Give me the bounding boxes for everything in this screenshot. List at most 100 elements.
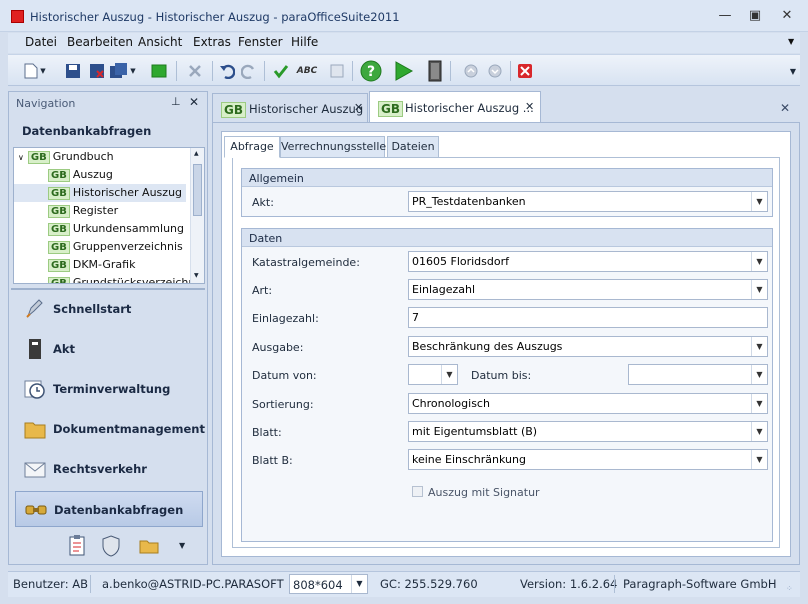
tab-close-icon[interactable]: ✕ (525, 100, 534, 113)
menu-bearbeiten[interactable]: Bearbeiten (67, 35, 133, 49)
einlagezahl-input[interactable]: 7 (408, 307, 768, 328)
tree-item-label: Auszug (72, 168, 113, 181)
up-arrow-icon[interactable] (460, 60, 482, 82)
menu-fenster[interactable]: Fenster (238, 35, 283, 49)
menu-extras[interactable]: Extras (193, 35, 231, 49)
chevron-down-icon[interactable]: ▼ (441, 365, 457, 384)
toolbar-overflow-icon[interactable]: ▼ (782, 60, 804, 82)
nav-button-terminverwaltung[interactable]: Terminverwaltung (15, 371, 203, 407)
help-icon[interactable]: ? (360, 60, 382, 82)
svg-text:?: ? (367, 64, 375, 80)
new-dropdown-icon[interactable]: ▼ (38, 60, 48, 82)
tree-scrollbar[interactable]: ▲ ▼ (190, 148, 204, 283)
tree-item-dkm-grafik[interactable]: GB DKM-Grafik (14, 256, 186, 274)
nav-button-schnellstart[interactable]: Schnellstart (15, 291, 203, 327)
redo-icon[interactable] (238, 60, 260, 82)
run-icon[interactable] (392, 60, 414, 82)
chevron-down-icon[interactable]: ▼ (751, 422, 767, 441)
tree-item-register[interactable]: GB Register (14, 202, 186, 220)
tab-verrechnungsstelle[interactable]: Verrechnungsstelle (280, 136, 386, 158)
sortierung-select[interactable]: Chronologisch ▼ (408, 393, 768, 414)
art-select[interactable]: Einlagezahl ▼ (408, 279, 768, 300)
tree-item-grundbuch[interactable]: ∨ GB Grundbuch (14, 148, 186, 166)
close-panel-icon[interactable]: ✕ (189, 95, 199, 109)
save-dropdown-icon[interactable]: ▼ (128, 60, 138, 82)
nav-button-datenbankabfragen[interactable]: Datenbankabfragen (15, 491, 203, 527)
spellcheck-icon[interactable]: ABC (296, 60, 318, 82)
nav-button-label: Akt (53, 342, 76, 356)
close-icon[interactable]: ✕ (778, 8, 796, 24)
small-folder-icon[interactable] (139, 537, 159, 555)
ausgabe-value: Beschränkung des Auszugs (412, 340, 563, 353)
checkmark-icon[interactable] (270, 60, 292, 82)
toolbar-separator (450, 61, 451, 81)
signatur-checkbox[interactable] (412, 486, 423, 497)
nav-button-dokumentmanagement[interactable]: Dokumentmanagement (15, 411, 205, 447)
katastralgemeinde-select[interactable]: 01605 Floridsdorf ▼ (408, 251, 768, 272)
nav-button-label: Terminverwaltung (53, 382, 171, 396)
undo-icon[interactable] (216, 60, 238, 82)
checklist-icon[interactable] (67, 535, 87, 557)
chevron-down-icon[interactable]: ▼ (751, 365, 767, 384)
ausgabe-select[interactable]: Beschränkung des Auszugs ▼ (408, 336, 768, 357)
nav-button-rechtsverkehr[interactable]: Rechtsverkehr (15, 451, 203, 487)
status-user: Benutzer: AB (13, 577, 88, 591)
green-square-icon[interactable] (148, 60, 170, 82)
menu-ansicht[interactable]: Ansicht (138, 35, 182, 49)
menu-hilfe[interactable]: Hilfe (291, 35, 318, 49)
tree-item-gruppenverzeichnis[interactable]: GB Gruppenverzeichnis (14, 238, 186, 256)
blatt-b-value: keine Einschränkung (412, 453, 526, 466)
resolution-select[interactable]: 808*604 ▼ (289, 574, 368, 594)
save-all-icon[interactable] (108, 60, 130, 82)
document-stack-icon[interactable] (326, 60, 348, 82)
save-close-icon[interactable] (86, 60, 108, 82)
tree-item-auszug[interactable]: GB Auszug (14, 166, 186, 184)
chevron-down-icon[interactable]: ▼ (751, 280, 767, 299)
resize-grip-icon[interactable]: ⁘ (786, 584, 793, 593)
scrollbar-thumb[interactable] (193, 164, 202, 216)
menubar-overflow-icon[interactable]: ▼ (788, 37, 794, 46)
tree-item-grundstuecksverzeichnis[interactable]: GB Grundstücksverzeichnis (14, 274, 204, 283)
scroll-down-icon[interactable]: ▼ (194, 272, 199, 279)
stop-icon[interactable] (514, 60, 536, 82)
datum-von-picker[interactable]: ▼ (408, 364, 458, 385)
expand-chevron-icon[interactable]: ∨ (18, 153, 24, 162)
delete-icon[interactable] (184, 60, 206, 82)
down-arrow-icon[interactable] (484, 60, 506, 82)
blatt-b-select[interactable]: keine Einschränkung ▼ (408, 449, 768, 470)
nav-overflow-icon[interactable]: ▼ (179, 541, 185, 550)
pin-icon[interactable]: ⊥ (171, 95, 181, 108)
tree-item-urkundensammlung[interactable]: GB Urkundensammlung (14, 220, 186, 238)
katastralgemeinde-label: Katastralgemeinde: (252, 256, 360, 269)
door-exit-icon[interactable] (424, 60, 446, 82)
maximize-icon[interactable]: ▣ (746, 8, 764, 24)
chevron-down-icon[interactable]: ▼ (751, 337, 767, 356)
datum-von-label: Datum von: (252, 369, 317, 382)
datum-bis-picker[interactable]: ▼ (628, 364, 768, 385)
akt-select[interactable]: PR_Testdatenbanken ▼ (408, 191, 768, 212)
tab-close-icon[interactable]: ✕ (354, 101, 363, 114)
tab-abfrage[interactable]: Abfrage (224, 136, 280, 158)
nav-button-akt[interactable]: Akt (15, 331, 203, 367)
document-content: Abfrage Verrechnungsstelle Dateien Allge… (212, 122, 800, 565)
tab-historischer-auszug-1[interactable]: GB Historischer Auszug ✕ (212, 93, 368, 123)
chevron-down-icon[interactable]: ▼ (751, 252, 767, 271)
close-document-icon[interactable]: ✕ (780, 101, 790, 115)
scroll-up-icon[interactable]: ▲ (194, 150, 199, 157)
chevron-down-icon[interactable]: ▼ (751, 192, 767, 211)
chevron-down-icon[interactable]: ▼ (351, 575, 367, 593)
save-icon[interactable] (62, 60, 84, 82)
tab-historischer-auszug-2[interactable]: GB Historischer Auszug ... ✕ (369, 91, 541, 124)
tree-item-label: Gruppenverzeichnis (72, 240, 183, 253)
chevron-down-icon[interactable]: ▼ (751, 394, 767, 413)
minimize-icon[interactable]: — (716, 8, 734, 24)
shield-icon[interactable] (101, 535, 121, 557)
calendar-clock-icon (24, 380, 45, 399)
tree-view[interactable]: ∨ GB Grundbuch GB Auszug GB Historischer Aus… (13, 147, 205, 284)
menu-datei[interactable]: Datei (25, 35, 57, 49)
tree-item-historischer-auszug[interactable]: GB Historischer Auszug (14, 184, 186, 202)
splitter[interactable] (11, 288, 205, 290)
blatt-select[interactable]: mit Eigentumsblatt (B) ▼ (408, 421, 768, 442)
chevron-down-icon[interactable]: ▼ (751, 450, 767, 469)
tab-dateien[interactable]: Dateien (387, 136, 439, 158)
